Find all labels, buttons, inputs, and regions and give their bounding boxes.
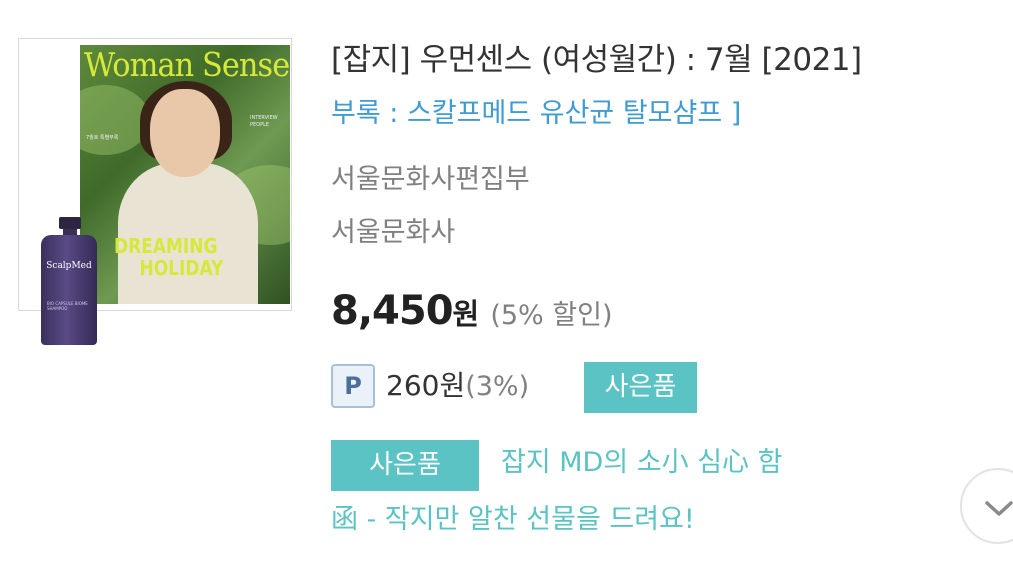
- gift-description-line1[interactable]: 잡지 MD의 소小 심心 함: [501, 443, 782, 483]
- bottle-brand-label: ScalpMed: [46, 261, 92, 271]
- cover-blurb-right: INTERVIEW PEOPLE: [250, 115, 278, 128]
- product-subtitle[interactable]: 부록 : 스칼프메드 유산균 탈모샴프 ]: [331, 94, 741, 134]
- price-unit: 원: [452, 297, 480, 331]
- points-rate: (3%): [465, 371, 530, 402]
- bottle-subtext: BIO CAPSULE BIOME SHAMPOO: [47, 301, 88, 311]
- gift-bottle-image: ScalpMed BIO CAPSULE BIOME SHAMPOO: [41, 217, 97, 345]
- cover-headline: DREAMING HOLIDAY: [114, 235, 264, 279]
- sale-price: 8,450: [331, 288, 454, 334]
- product-publisher[interactable]: 서울문화사: [331, 213, 455, 253]
- gift-description-line2[interactable]: 函 - 작지만 알찬 선물을 드려요!: [331, 500, 695, 540]
- product-item: Woman Sense INTERVIEW PEOPLE 7월호 특별부록 DR…: [0, 0, 1013, 575]
- points-icon: P: [331, 364, 375, 408]
- points-value: 260원: [386, 369, 466, 402]
- chevron-down-icon: [985, 501, 1013, 516]
- product-thumbnail[interactable]: Woman Sense INTERVIEW PEOPLE 7월호 특별부록 DR…: [18, 38, 292, 345]
- gift-label: 사은품: [331, 440, 479, 491]
- bottle-cap: [59, 217, 81, 229]
- product-title[interactable]: [잡지] 우먼센스 (여성월간) : 7월 [2021]: [331, 38, 862, 82]
- cover-model-face: [150, 89, 220, 177]
- magazine-logo: Woman Sense: [84, 45, 290, 84]
- cover-headline-line2: HOLIDAY: [139, 256, 224, 280]
- points-amount: 260원(3%): [386, 364, 529, 409]
- discount-rate: (5% 할인): [490, 300, 613, 331]
- expand-button[interactable]: [960, 468, 1013, 544]
- product-author[interactable]: 서울문화사편집부: [331, 160, 530, 200]
- cover-headline-line1: DREAMING: [114, 234, 218, 258]
- gift-badge: 사은품: [584, 362, 697, 413]
- bottle-body: [41, 235, 97, 345]
- cover-blurb-left: 7월호 특별부록: [86, 135, 119, 141]
- magazine-cover-image: Woman Sense INTERVIEW PEOPLE 7월호 특별부록 DR…: [80, 45, 290, 304]
- price-row: 8,450원 (5% 할인): [331, 288, 612, 334]
